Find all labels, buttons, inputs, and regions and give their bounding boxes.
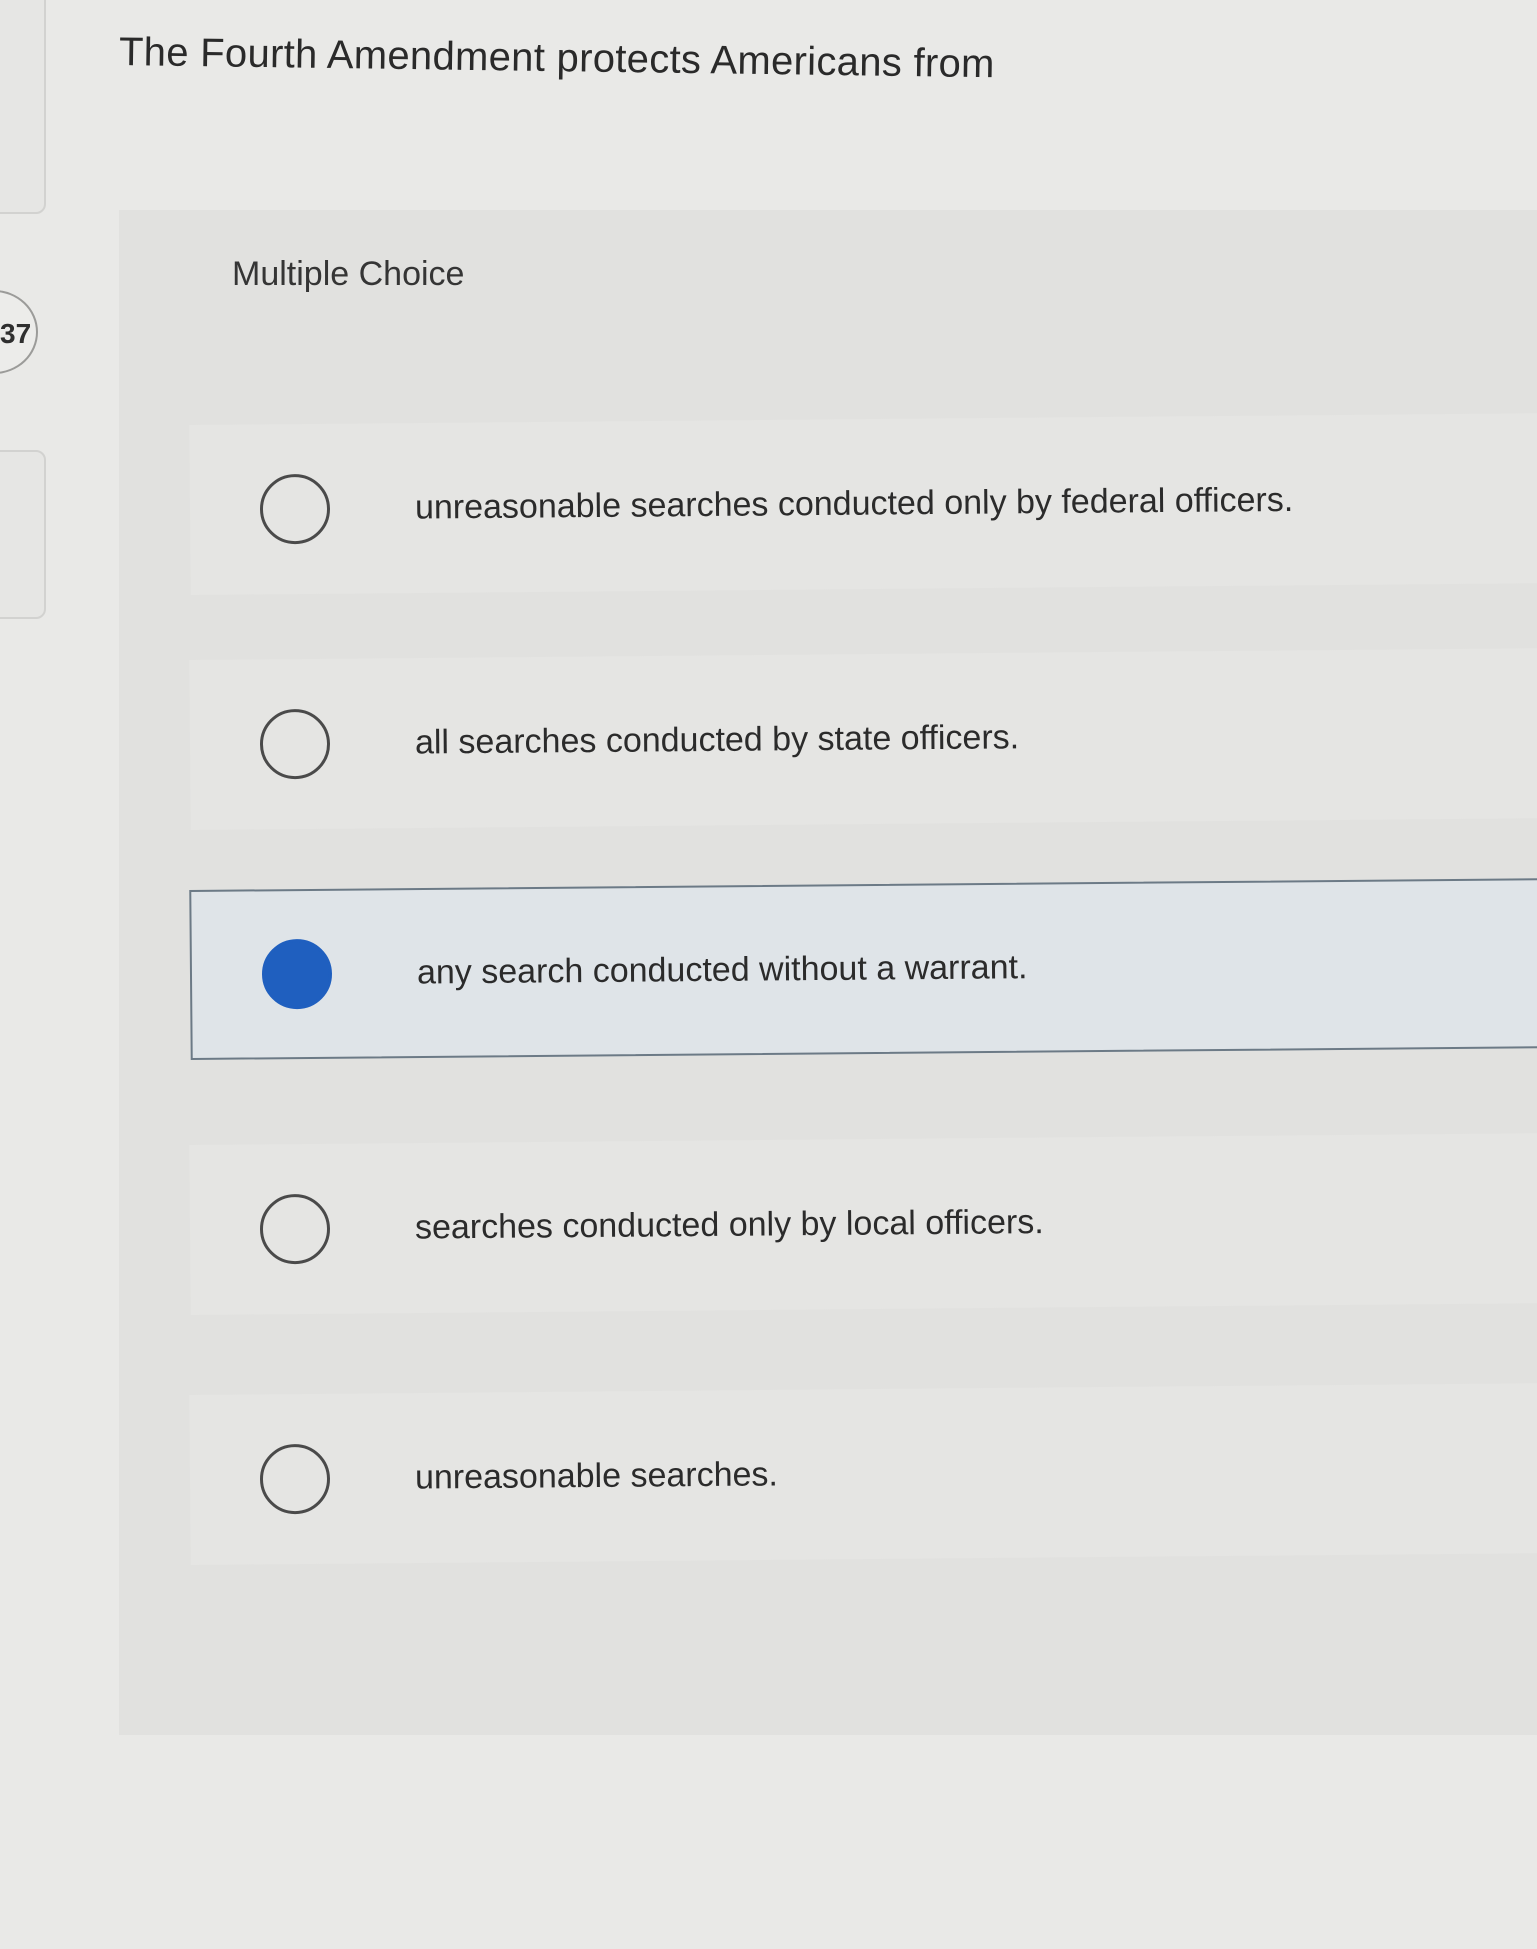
question-number: 37 xyxy=(0,318,32,349)
radio-button-icon[interactable] xyxy=(259,1443,331,1515)
choice-option-1[interactable]: unreasonable searches conducted only by … xyxy=(189,412,1537,595)
question-prompt: The Fourth Amendment protects Americans … xyxy=(118,30,996,87)
choice-label: all searches conducted by state officers… xyxy=(414,718,1020,762)
next-question-card[interactable] xyxy=(0,450,46,619)
choice-option-4[interactable]: searches conducted only by local officer… xyxy=(189,1132,1537,1315)
question-type-label: Multiple Choice xyxy=(232,255,465,293)
previous-question-card[interactable] xyxy=(0,0,46,214)
choice-option-5[interactable]: unreasonable searches. xyxy=(189,1382,1537,1565)
choice-label: unreasonable searches. xyxy=(414,1455,779,1497)
choice-option-2[interactable]: all searches conducted by state officers… xyxy=(189,647,1537,830)
choice-label: searches conducted only by local officer… xyxy=(414,1203,1044,1247)
question-navigator: 37 xyxy=(0,0,46,1949)
choice-label: any search conducted without a warrant. xyxy=(416,948,1028,992)
radio-button-icon[interactable] xyxy=(259,708,331,780)
radio-button-icon[interactable] xyxy=(259,1193,331,1265)
choice-option-3[interactable]: any search conducted without a warrant. xyxy=(189,877,1537,1060)
radio-button-icon[interactable] xyxy=(259,473,331,545)
radio-button-selected-icon[interactable] xyxy=(261,938,333,1010)
choice-label: unreasonable searches conducted only by … xyxy=(414,480,1294,527)
